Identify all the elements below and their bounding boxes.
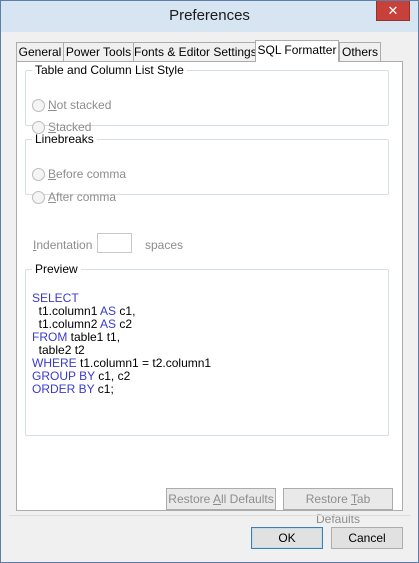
indentation-label: Indentation bbox=[33, 238, 93, 252]
tab-power-tools[interactable]: Power Tools bbox=[63, 42, 134, 61]
close-button[interactable]: ✕ bbox=[376, 1, 410, 21]
radio-circle-icon bbox=[32, 190, 45, 204]
linebreaks-group: Linebreaks Before comma After comma bbox=[25, 132, 389, 204]
tab-others[interactable]: Others bbox=[339, 42, 381, 61]
radio-after-comma[interactable]: After comma bbox=[32, 189, 116, 205]
radio-label-accesskey: A bbox=[48, 190, 57, 204]
radio-label: fter comma bbox=[56, 190, 117, 204]
button-bar-separator bbox=[9, 515, 410, 516]
radio-not-stacked[interactable]: Not stacked bbox=[32, 97, 111, 113]
tab-fonts-editor-settings[interactable]: Fonts & Editor Settings bbox=[133, 42, 257, 61]
tab-general[interactable]: General bbox=[16, 42, 64, 61]
radio-circle-icon bbox=[32, 167, 45, 181]
radio-label: efore comma bbox=[56, 167, 127, 181]
group-legend: Preview bbox=[35, 262, 78, 276]
window-title: Preferences bbox=[169, 7, 250, 24]
sql-keyword: FROM bbox=[32, 330, 68, 344]
restore-tab-defaults-button[interactable]: Restore Tab Defaults bbox=[283, 488, 393, 526]
group-legend: Table and Column List Style bbox=[35, 63, 184, 77]
sql-keyword: ORDER BY bbox=[32, 382, 95, 396]
radio-before-comma[interactable]: Before comma bbox=[32, 166, 126, 182]
radio-label: ot stacked bbox=[56, 98, 112, 112]
sql-text: c1, c2 bbox=[94, 369, 131, 383]
restore-all-defaults-button[interactable]: Restore All Defaults bbox=[166, 488, 276, 510]
title-bar: Preferences ✕ bbox=[1, 1, 418, 32]
radio-circle-icon bbox=[32, 98, 45, 112]
sql-keyword: SELECT bbox=[32, 291, 79, 305]
sql-text: c1, bbox=[116, 304, 136, 318]
sql-keyword: GROUP BY bbox=[32, 369, 95, 383]
sql-text: t1.column2 bbox=[32, 317, 101, 331]
sql-keyword: AS bbox=[100, 317, 117, 331]
sql-preview-line: ORDER BY c1; bbox=[32, 383, 211, 396]
group-legend: Linebreaks bbox=[35, 132, 94, 146]
preview-group: Preview SELECT t1.column1 AS c1, t1.colu… bbox=[25, 262, 389, 436]
radio-label-accesskey: N bbox=[48, 98, 57, 112]
tab-sql-formatter[interactable]: SQL Formatter bbox=[255, 40, 339, 62]
cancel-button[interactable]: Cancel bbox=[331, 527, 403, 549]
sql-text: table1 t1, bbox=[67, 330, 121, 344]
sql-formatter-panel: Table and Column List Style Not stacked … bbox=[16, 61, 403, 511]
dialog-client: General Power Tools Fonts & Editor Setti… bbox=[9, 32, 410, 556]
indentation-unit-label: spaces bbox=[145, 238, 184, 252]
sql-text: table2 t2 bbox=[32, 343, 85, 357]
sql-keyword: AS bbox=[100, 304, 117, 318]
sql-preview-text: SELECT t1.column1 AS c1, t1.column2 AS c… bbox=[32, 292, 211, 396]
sql-text: c1; bbox=[94, 382, 114, 396]
close-icon: ✕ bbox=[387, 3, 399, 18]
indentation-input[interactable] bbox=[97, 233, 132, 253]
radio-label-accesskey: B bbox=[48, 167, 57, 181]
sql-text: c2 bbox=[116, 317, 133, 331]
ok-button[interactable]: OK bbox=[251, 527, 323, 549]
table-column-list-style-group: Table and Column List Style Not stacked … bbox=[25, 63, 389, 134]
preferences-window: Preferences ✕ General Power Tools Fonts … bbox=[0, 0, 419, 563]
sql-text: t1.column1 = t2.column1 bbox=[76, 356, 212, 370]
sql-keyword: WHERE bbox=[32, 356, 77, 370]
sql-text: t1.column1 bbox=[32, 304, 101, 318]
